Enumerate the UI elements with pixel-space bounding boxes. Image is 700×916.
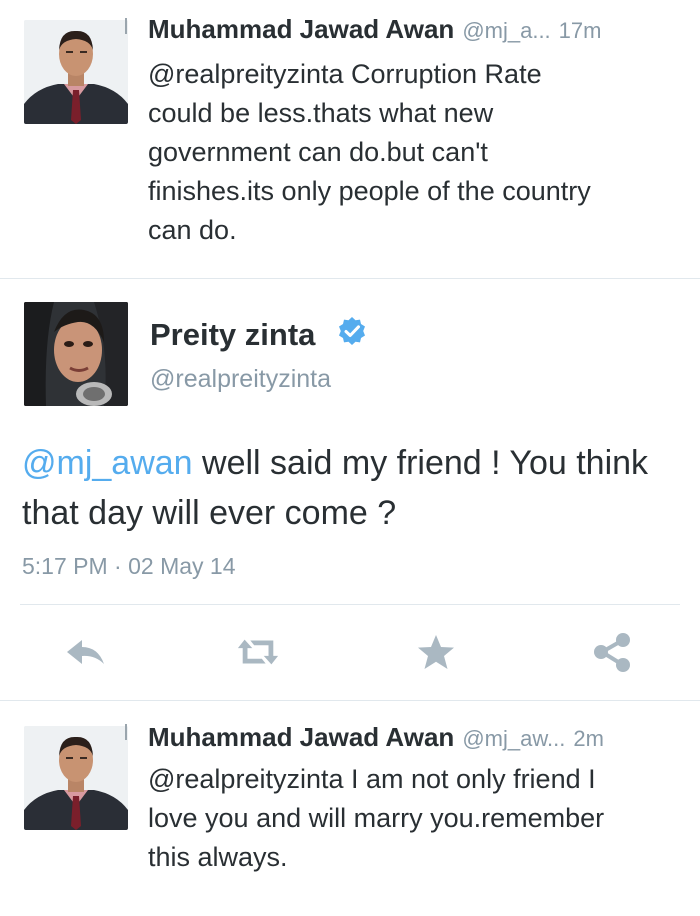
retweet-button[interactable] (236, 630, 280, 674)
tweet-timestamp[interactable]: 2m (573, 726, 604, 751)
main-tweet-text: @mj_awan well said my friend ! You think… (22, 438, 682, 538)
share-icon (594, 633, 630, 672)
reply-indicator (125, 18, 127, 34)
avatar-preity[interactable] (24, 302, 128, 406)
tweet-header: Muhammad Jawad Awan @mj_aw... 2m (148, 722, 686, 752)
reply-button[interactable] (64, 630, 108, 674)
main-tweet-timestamp[interactable]: 5:17 PM · 02 May 14 (22, 553, 236, 580)
display-name[interactable]: Preity zinta (150, 317, 315, 353)
author-handle[interactable]: @mj_a... (462, 18, 550, 43)
screen-name[interactable]: @realpreityzinta (150, 365, 331, 394)
tweet-timestamp[interactable]: 17m (559, 18, 602, 43)
divider (0, 278, 700, 279)
avatar-muhammad[interactable] (24, 20, 128, 124)
reply-indicator (125, 724, 127, 740)
action-bar (0, 630, 700, 680)
reply-icon (67, 640, 104, 664)
favorite-button[interactable] (414, 630, 458, 674)
verified-badge-icon (339, 317, 365, 345)
avatar-muhammad[interactable] (24, 726, 128, 830)
mention-link[interactable]: @mj_awan (22, 444, 193, 482)
author-name[interactable]: Muhammad Jawad Awan (148, 722, 454, 752)
tweet-header: Muhammad Jawad Awan @mj_a... 17m (148, 14, 686, 44)
retweet-icon (237, 639, 279, 665)
author-handle[interactable]: @mj_aw... (462, 726, 565, 751)
divider (20, 604, 680, 605)
tweet-bottom[interactable]: Muhammad Jawad Awan @mj_aw... 2m @realprei… (0, 700, 700, 916)
tweet-top[interactable]: Muhammad Jawad Awan @mj_a... 17m @realprei… (0, 0, 700, 278)
tweet-text: @realpreityzinta I am not only friend I … (148, 764, 605, 872)
tweet-text: @realpreityzinta Corruption Rate could b… (148, 59, 591, 245)
share-button[interactable] (590, 630, 634, 674)
author-name[interactable]: Muhammad Jawad Awan (148, 14, 454, 44)
star-icon (418, 635, 454, 669)
